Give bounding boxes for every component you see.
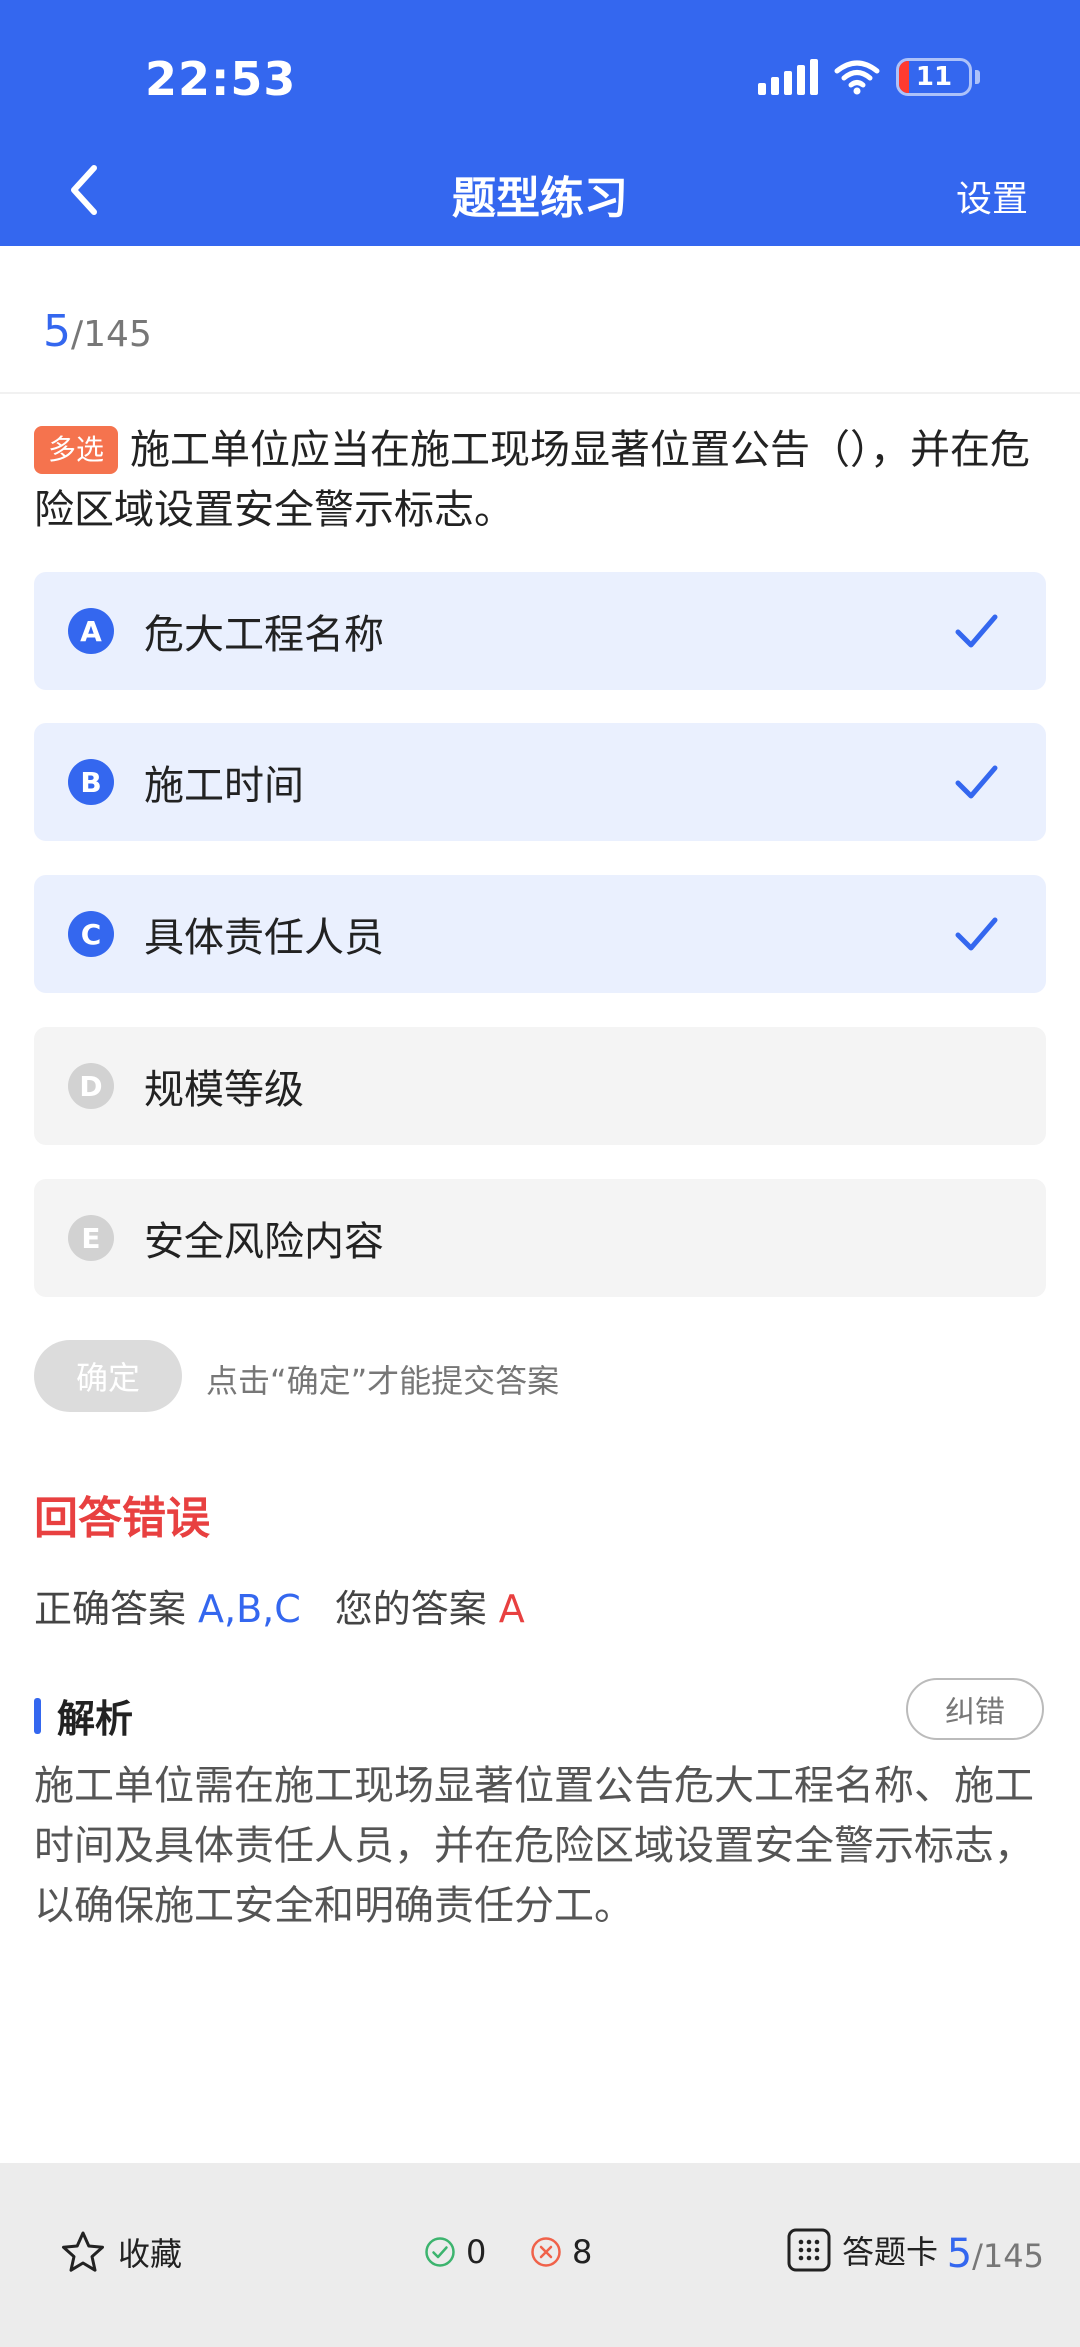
confirm-hint: 点击“确定”才能提交答案 [206, 1362, 560, 1400]
status-time: 22:53 [145, 52, 297, 106]
favorite-label: 收藏 [118, 2235, 183, 2273]
option-letter: D [68, 1063, 114, 1109]
page-title: 题型练习 [452, 173, 628, 224]
battery-icon: 11 [896, 58, 972, 96]
bottom-progress-total: /145 [972, 2237, 1044, 2275]
wrong-count: 8 [530, 2233, 592, 2271]
right-count: 0 [424, 2233, 486, 2271]
wrong-count-value: 8 [572, 2233, 593, 2271]
question-type-tag: 多选 [34, 426, 119, 474]
battery-level: 11 [915, 62, 953, 92]
result-title: 回答错误 [34, 1493, 210, 1544]
wifi-icon [834, 60, 880, 95]
check-icon [955, 917, 998, 951]
confirm-button[interactable]: 确定 [34, 1340, 182, 1412]
progress-current: 5 [43, 306, 71, 357]
analysis-title: 解析 [57, 1697, 134, 1741]
bottom-progress: 5/145 [947, 2231, 1044, 2277]
option-c[interactable]: C 具体责任人员 [34, 875, 1046, 993]
status-icons: 11 [758, 58, 980, 96]
section-marker [34, 1697, 41, 1734]
app-header: 22:53 11 题型练习 设置 [0, 0, 1080, 246]
option-a[interactable]: A 危大工程名称 [34, 572, 1046, 690]
grid-icon [787, 2228, 831, 2272]
analysis-header: 解析 [34, 1688, 133, 1743]
option-label: 规模等级 [144, 1067, 304, 1113]
signal-icon [758, 59, 818, 95]
correct-answer-label: 正确答案 [34, 1587, 187, 1631]
progress-total: /145 [71, 314, 152, 355]
analysis-text: 施工单位需在施工现场显著位置公告危大工程名称、施工时间及具体责任人员，并在危险区… [34, 1763, 1034, 1929]
answer-summary: 正确答案 A,B,C 您的答案 A [34, 1578, 525, 1633]
option-label: 安全风险内容 [144, 1219, 384, 1265]
bottom-bar: 收藏 0 8 答题卡 5/145 [0, 2163, 1080, 2347]
question-stem: 多选 施工单位应当在施工现场显著位置公告（），并在危险区域设置安全警示标志。 [34, 420, 1044, 540]
bottom-progress-current: 5 [946, 2231, 973, 2277]
option-b[interactable]: B 施工时间 [34, 723, 1046, 841]
star-icon [62, 2231, 104, 2272]
report-error-button[interactable]: 纠错 [906, 1678, 1044, 1740]
option-d[interactable]: D 规模等级 [34, 1027, 1046, 1145]
answer-card-label: 答题卡 [842, 2233, 939, 2271]
question-progress: 5/145 [43, 306, 152, 357]
option-label: 具体责任人员 [144, 915, 384, 961]
settings-button[interactable]: 设置 [956, 170, 1028, 222]
check-circle-icon [425, 2237, 455, 2267]
your-answer-value: A [498, 1587, 525, 1631]
favorite-button[interactable]: 收藏 [60, 2229, 182, 2275]
your-answer-label: 您的答案 [334, 1587, 487, 1631]
question-text: 施工单位应当在施工现场显著位置公告（），并在危险区域设置安全警示标志。 [34, 427, 1031, 533]
option-label: 危大工程名称 [144, 612, 384, 658]
divider [0, 392, 1080, 394]
x-circle-icon [531, 2237, 561, 2267]
option-label: 施工时间 [144, 763, 304, 809]
option-letter: E [68, 1215, 114, 1261]
option-letter: A [68, 608, 114, 654]
check-icon [955, 614, 998, 648]
check-icon [955, 765, 998, 799]
right-count-value: 0 [466, 2233, 487, 2271]
option-letter: C [68, 911, 114, 957]
answer-card-button[interactable]: 答题卡 [786, 2227, 938, 2273]
option-letter: B [68, 759, 114, 805]
option-e[interactable]: E 安全风险内容 [34, 1179, 1046, 1297]
correct-answer-value: A,B,C [198, 1587, 301, 1631]
